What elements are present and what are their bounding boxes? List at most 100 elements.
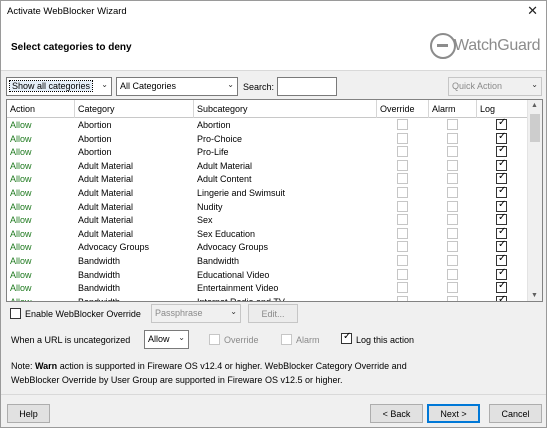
table-row[interactable]: Allow Adult Material Sex ✓ (7, 212, 528, 227)
uncategorized-alarm-checkbox[interactable] (281, 334, 292, 345)
table-row[interactable]: Allow Adult Material Sex Education ✓ (7, 226, 528, 241)
checkmark-icon: ✓ (498, 266, 507, 278)
table-row[interactable]: Allow Abortion Pro-Choice ✓ (7, 131, 528, 146)
override-checkbox[interactable] (397, 173, 408, 185)
log-checkbox[interactable]: ✓ (496, 131, 507, 144)
table-row[interactable]: Allow Bandwidth Internet Radio and TV ✓ (7, 294, 528, 301)
alarm-checkbox[interactable] (447, 268, 458, 280)
alarm-checkbox[interactable] (447, 187, 458, 198)
override-checkbox[interactable] (397, 146, 408, 158)
alarm-checkbox[interactable] (447, 282, 458, 294)
chevron-down-icon: ⌄ (230, 307, 237, 316)
log-checkbox[interactable]: ✓ (496, 280, 507, 294)
alarm-checkbox[interactable] (447, 214, 458, 226)
help-button[interactable]: Help (7, 404, 50, 423)
window-title: Activate WebBlocker Wizard (7, 6, 127, 17)
cell-category: Adult Material (78, 174, 134, 185)
table-row[interactable]: Allow Adult Material Adult Material ✓ (7, 157, 528, 173)
override-checkbox[interactable] (397, 132, 408, 144)
log-checkbox[interactable]: ✓ (496, 212, 507, 226)
log-checkbox[interactable]: ✓ (496, 253, 507, 266)
uncategorized-log-label: Log this action (356, 335, 415, 345)
checkmark-icon: ✓ (498, 171, 507, 183)
override-checkbox[interactable] (397, 159, 408, 171)
column-header-action[interactable]: Action (7, 100, 75, 118)
next-button[interactable]: Next > (427, 404, 480, 423)
table-row[interactable]: Allow Adult Material Adult Content ✓ (7, 171, 528, 186)
scroll-up-icon[interactable]: ▲ (531, 102, 538, 109)
uncategorized-action-select[interactable]: Allow ⌄ (144, 330, 189, 349)
alarm-checkbox[interactable] (447, 241, 458, 253)
edit-override-button[interactable]: Edit... (248, 304, 298, 323)
alarm-checkbox[interactable] (447, 295, 458, 301)
cell-action: Allow (10, 147, 32, 158)
override-checkbox[interactable] (397, 255, 408, 266)
column-header-subcategory[interactable]: Subcategory (194, 100, 377, 118)
uncategorized-alarm-label: Alarm (296, 335, 320, 345)
categories-table: Action Category Subcategory Override Ala… (6, 99, 543, 302)
override-checkbox[interactable] (397, 295, 408, 301)
table-row[interactable]: Allow Bandwidth Entertainment Video ✓ (7, 280, 528, 295)
override-checkbox[interactable] (397, 268, 408, 280)
override-checkbox[interactable] (397, 282, 408, 294)
override-checkbox[interactable] (397, 119, 408, 130)
cell-subcategory: Advocacy Groups (197, 242, 269, 253)
uncategorized-override-checkbox[interactable] (209, 334, 220, 345)
alarm-checkbox[interactable] (447, 146, 458, 158)
log-checkbox[interactable]: ✓ (496, 266, 507, 280)
version-note: Note: Warn action is supported in Firewa… (11, 359, 441, 387)
override-checkbox[interactable] (397, 214, 408, 226)
log-checkbox[interactable]: ✓ (496, 239, 507, 253)
log-checkbox[interactable]: ✓ (496, 171, 507, 185)
logo-mark-icon (430, 33, 456, 59)
log-checkbox[interactable]: ✓ (496, 199, 507, 212)
column-header-category[interactable]: Category (75, 100, 194, 118)
log-checkbox[interactable]: ✓ (496, 185, 507, 198)
search-input[interactable] (277, 77, 337, 96)
column-header-override[interactable]: Override (377, 100, 429, 118)
alarm-checkbox[interactable] (447, 119, 458, 130)
cancel-button[interactable]: Cancel (489, 404, 542, 423)
table-row[interactable]: Allow Bandwidth Bandwidth ✓ (7, 253, 528, 268)
back-button[interactable]: < Back (370, 404, 423, 423)
enable-override-label: Enable WebBlocker Override (25, 309, 141, 319)
table-scrollbar[interactable]: ▲ ▼ (527, 100, 542, 301)
log-checkbox[interactable]: ✓ (496, 144, 507, 158)
alarm-checkbox[interactable] (447, 255, 458, 266)
table-row[interactable]: Allow Abortion Pro-Life ✓ (7, 144, 528, 159)
uncategorized-log-checkbox[interactable]: ✓ (341, 331, 352, 344)
enable-override-checkbox[interactable] (10, 308, 21, 319)
log-checkbox[interactable]: ✓ (496, 117, 507, 130)
alarm-checkbox[interactable] (447, 200, 458, 212)
override-checkbox[interactable] (397, 241, 408, 253)
scroll-thumb[interactable] (530, 114, 540, 142)
log-checkbox[interactable]: ✓ (496, 294, 507, 301)
table-row[interactable]: Allow Advocacy Groups Advocacy Groups ✓ (7, 239, 528, 254)
alarm-checkbox[interactable] (447, 132, 458, 144)
checkmark-icon: ✓ (498, 157, 507, 169)
table-row[interactable]: Allow Abortion Abortion ✓ (7, 117, 528, 132)
override-checkbox[interactable] (397, 187, 408, 198)
table-row[interactable]: Allow Bandwidth Educational Video ✓ (7, 266, 528, 282)
cell-category: Adult Material (78, 228, 134, 239)
scroll-down-icon[interactable]: ▼ (531, 292, 538, 299)
override-mode-select[interactable]: Passphrase ⌄ (151, 304, 241, 323)
cell-subcategory: Bandwidth (197, 256, 240, 266)
note-line1: action is supported in Fireware OS v12.4… (57, 361, 407, 371)
alarm-checkbox[interactable] (447, 173, 458, 185)
alarm-checkbox[interactable] (447, 159, 458, 171)
column-header-alarm[interactable]: Alarm (429, 100, 477, 118)
alarm-checkbox[interactable] (447, 227, 458, 239)
category-select[interactable]: All Categories ⌄ (116, 77, 238, 96)
table-row[interactable]: Allow Adult Material Lingerie and Swimsuit… (7, 185, 528, 200)
column-header-log[interactable]: Log (477, 100, 528, 118)
table-row[interactable]: Allow Adult Material Nudity ✓ (7, 199, 528, 214)
quick-action-select[interactable]: Quick Action ⌄ (448, 77, 542, 96)
override-checkbox[interactable] (397, 200, 408, 212)
log-checkbox[interactable]: ✓ (496, 226, 507, 239)
filter-select[interactable]: Show all categories ⌄ (6, 77, 112, 96)
cell-subcategory: Educational Video (197, 269, 270, 280)
override-checkbox[interactable] (397, 227, 408, 239)
log-checkbox[interactable]: ✓ (496, 157, 507, 171)
close-icon[interactable]: ✕ (527, 3, 538, 19)
